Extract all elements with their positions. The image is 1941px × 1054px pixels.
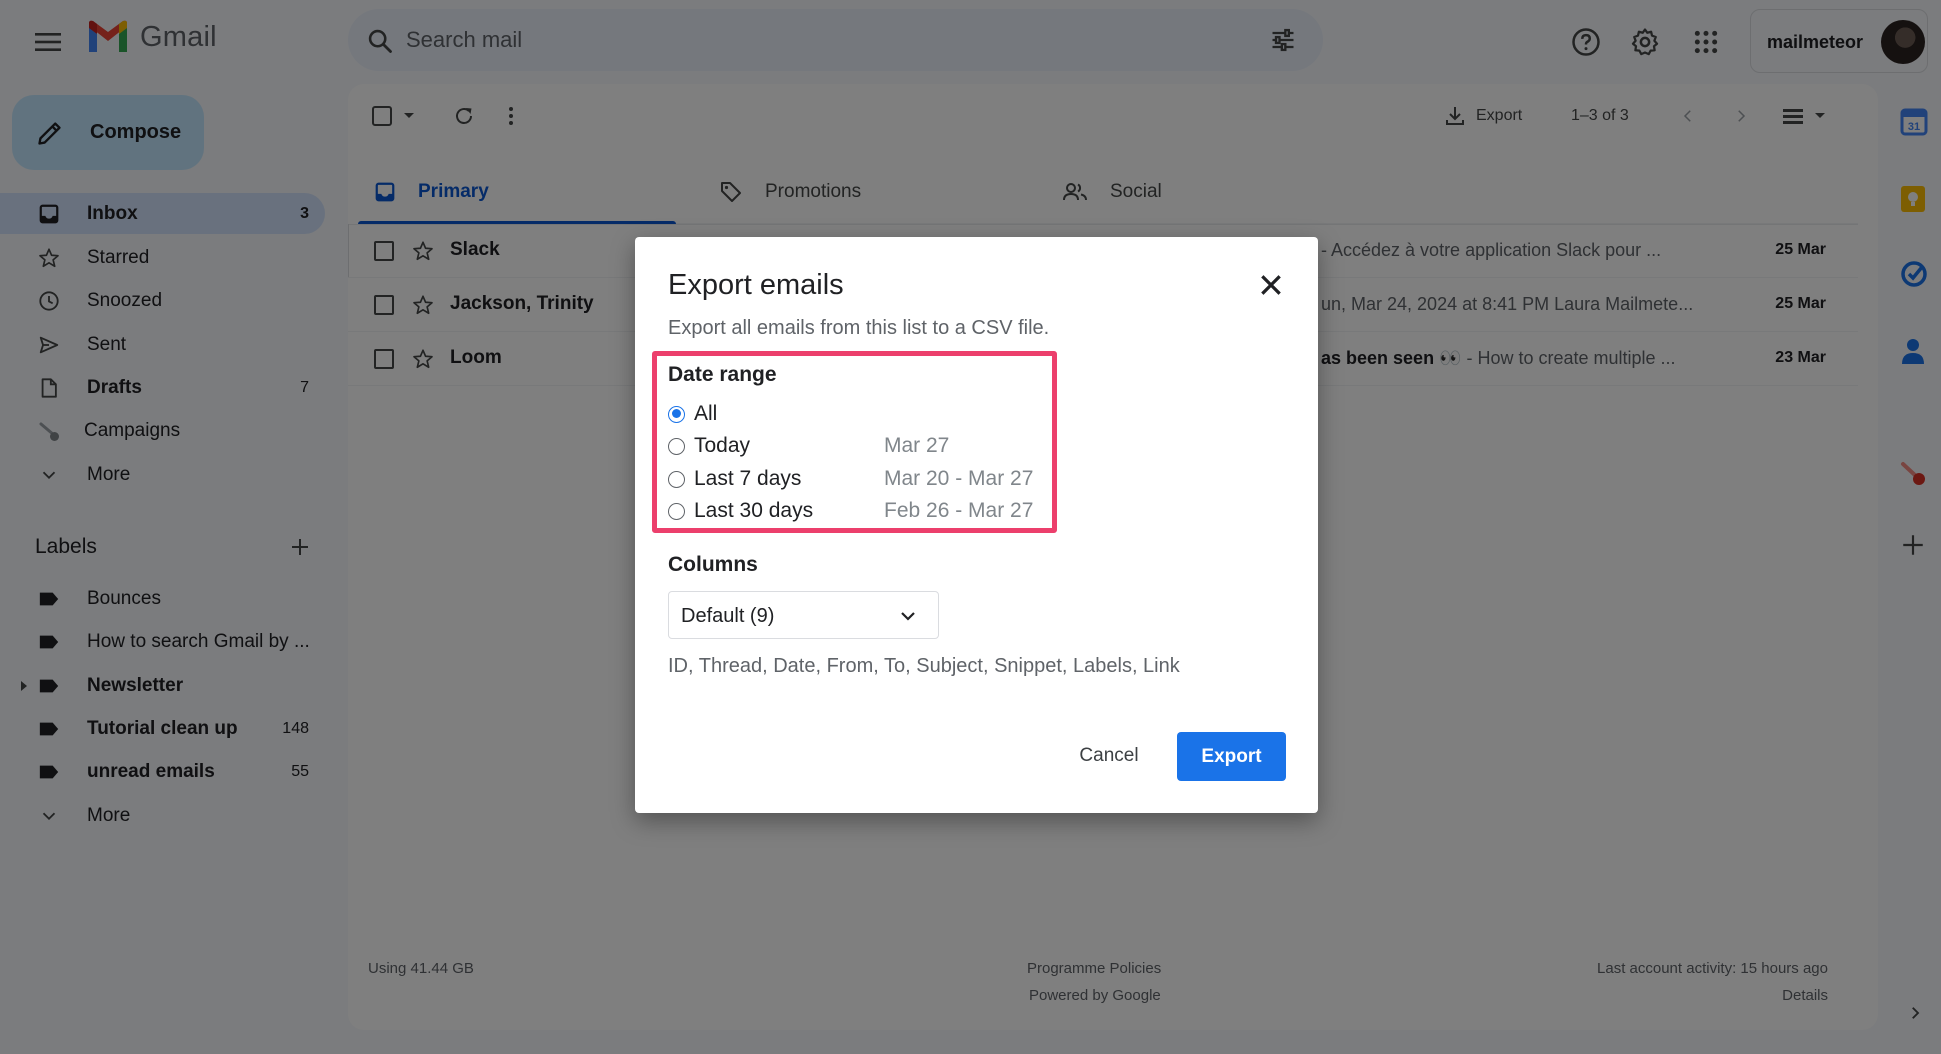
date-range-option-last-7-days[interactable]: Last 7 days Mar 20 - Mar 27	[668, 465, 1033, 493]
date-range-option-all[interactable]: All	[668, 400, 717, 428]
chevron-down-icon	[901, 612, 915, 621]
radio-button[interactable]	[668, 405, 685, 423]
option-label: Last 7 days	[694, 467, 802, 490]
date-range-title: Date range	[668, 363, 777, 386]
date-range-option-today[interactable]: Today Mar 27	[668, 432, 949, 460]
radio-button[interactable]	[668, 437, 685, 455]
close-icon[interactable]	[1258, 272, 1284, 298]
columns-list: ID, Thread, Date, From, To, Subject, Sni…	[668, 655, 1180, 677]
option-label: All	[694, 402, 718, 425]
option-range: Mar 27	[884, 434, 950, 457]
option-range: Mar 20 - Mar 27	[884, 467, 1034, 490]
dialog-subtitle: Export all emails from this list to a CS…	[668, 317, 1050, 339]
export-emails-dialog: Export emails Export all emails from thi…	[635, 237, 1318, 813]
radio-button[interactable]	[668, 502, 685, 520]
export-button[interactable]: Export	[1177, 732, 1286, 781]
dialog-title: Export emails	[668, 269, 844, 301]
option-range: Feb 26 - Mar 27	[884, 499, 1034, 522]
option-label: Last 30 days	[694, 499, 814, 522]
option-label: Today	[694, 434, 751, 457]
columns-select-value: Default (9)	[681, 605, 775, 627]
date-range-option-last-30-days[interactable]: Last 30 days Feb 26 - Mar 27	[668, 497, 1033, 525]
cancel-button[interactable]: Cancel	[1059, 732, 1159, 780]
columns-title: Columns	[668, 553, 758, 576]
columns-select[interactable]: Default (9)	[668, 591, 939, 639]
radio-button[interactable]	[668, 470, 685, 488]
